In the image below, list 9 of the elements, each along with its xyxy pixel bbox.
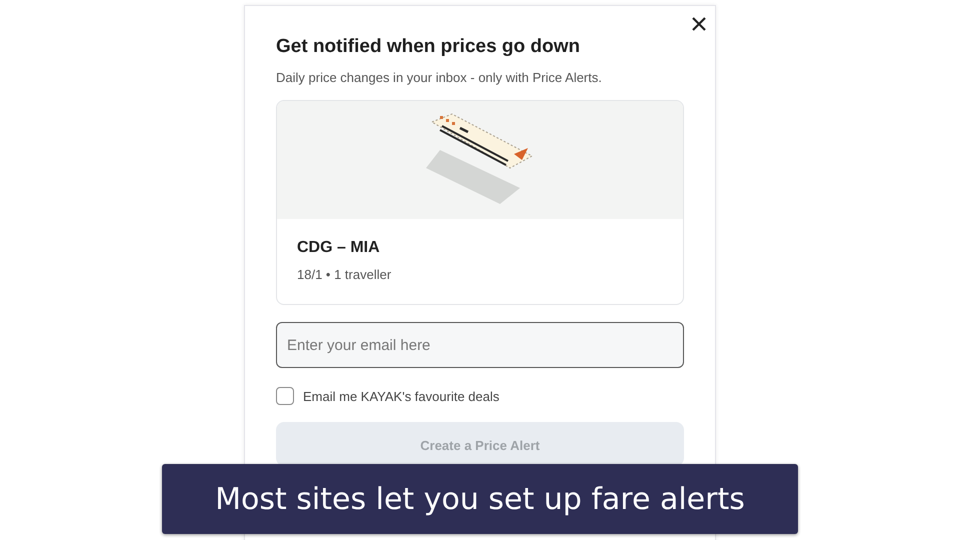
- checkbox[interactable]: [276, 387, 294, 405]
- trip-details: 18/1 • 1 traveller: [297, 267, 392, 282]
- close-icon[interactable]: [691, 16, 707, 32]
- checkbox-label: Email me KAYAK's favourite deals: [303, 388, 500, 404]
- caption-banner: Most sites let you set up fare alerts: [162, 464, 798, 534]
- dialog-title: Get notified when prices go down: [276, 36, 582, 58]
- email-field[interactable]: Enter your email here: [276, 322, 684, 368]
- route-title: CDG – MIA: [297, 239, 381, 257]
- dialog-subtitle: Daily price changes in your inbox - only with Price Alerts.: [276, 70, 603, 85]
